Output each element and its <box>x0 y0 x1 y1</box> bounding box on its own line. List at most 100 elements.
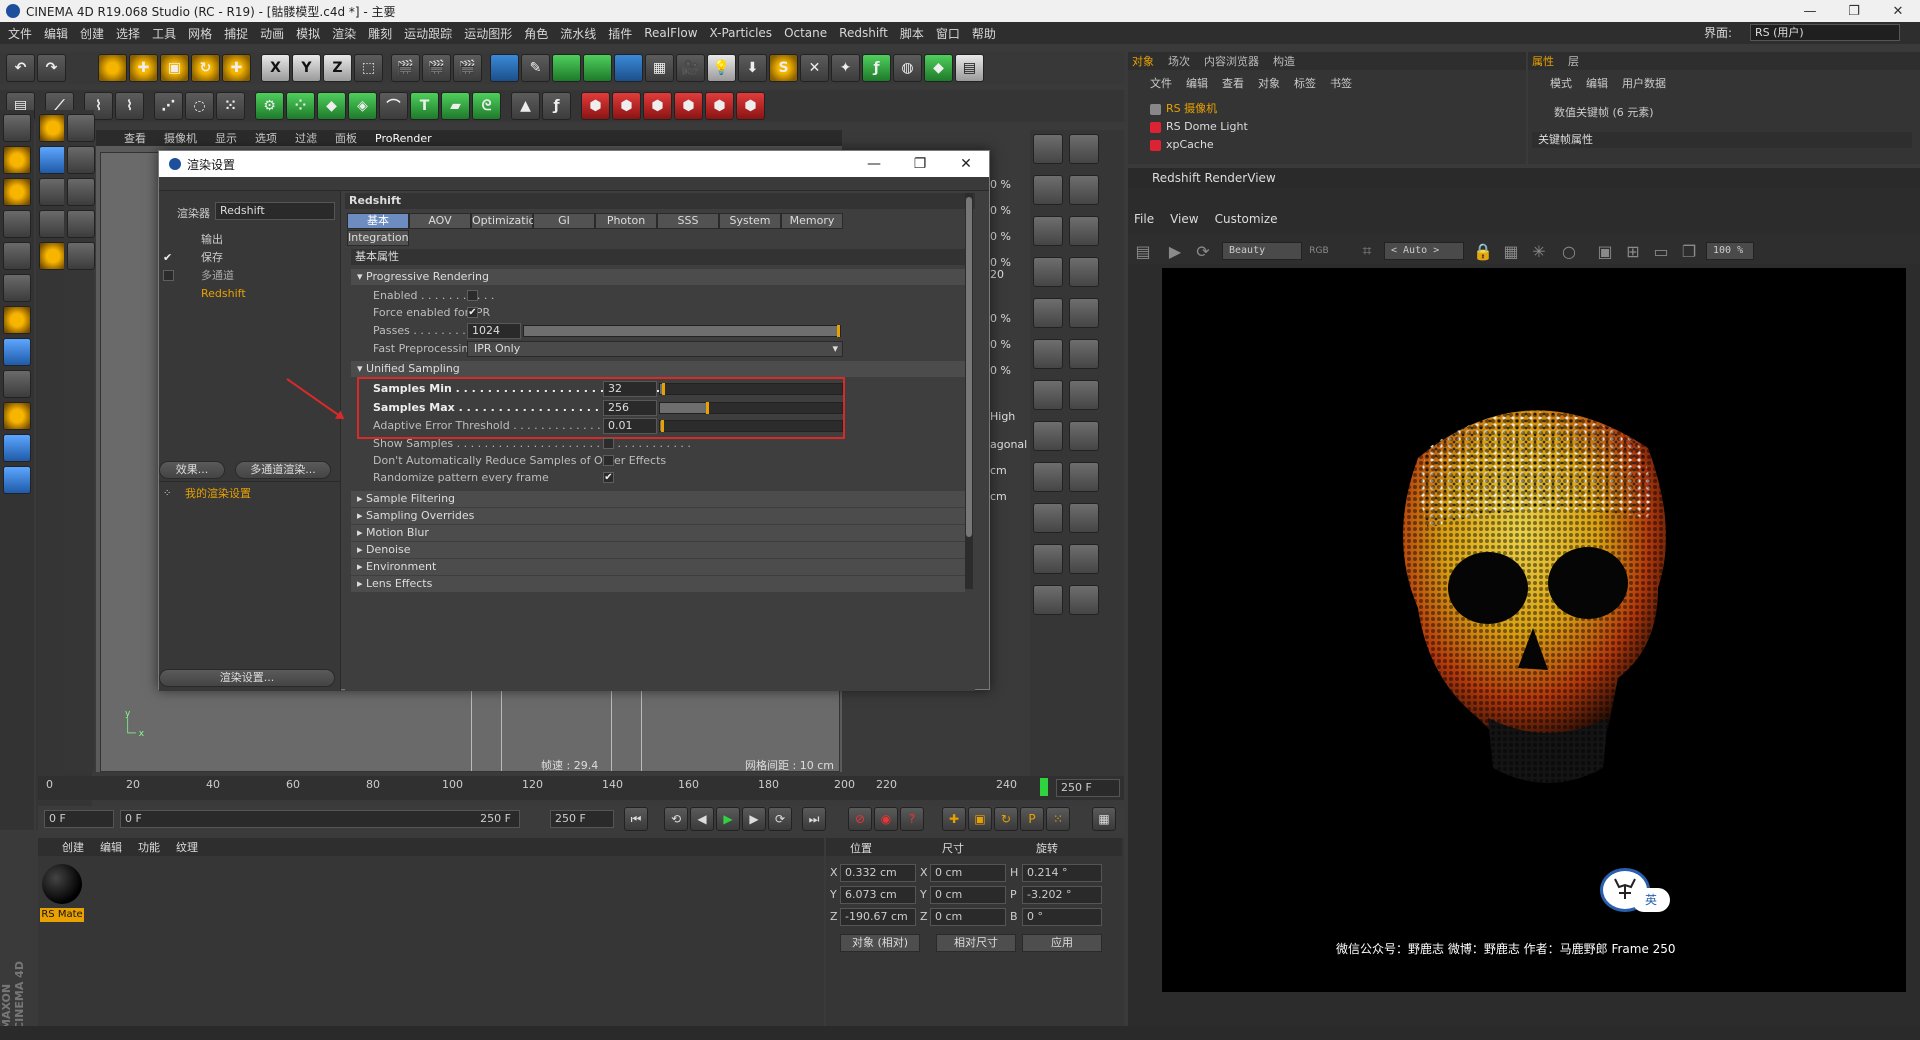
timeline-options-icon[interactable]: ▦ <box>1092 807 1116 831</box>
key-pla-icon[interactable]: ⁙ <box>1046 807 1070 831</box>
rect-select-icon[interactable] <box>67 178 95 206</box>
position-x-field[interactable]: 0.332 cm <box>840 864 916 882</box>
text-icon[interactable]: T <box>410 92 439 120</box>
menu-redshift[interactable]: Redshift <box>839 26 888 40</box>
fracture-icon[interactable]: ◆ <box>317 92 346 120</box>
camera-icon[interactable]: 🎥 <box>676 54 705 82</box>
menu-edit[interactable]: 编辑 <box>44 25 68 42</box>
sampling-overrides-section[interactable]: ▸ Sampling Overrides <box>351 508 965 524</box>
rs-sun-icon[interactable]: ⬢ <box>705 92 734 120</box>
undo-icon[interactable]: ↶ <box>6 54 35 82</box>
rotation-p-field[interactable]: -3.202 ° <box>1022 886 1102 904</box>
position-z-field[interactable]: -190.67 cm <box>840 908 916 926</box>
layout-icon[interactable]: ▤ <box>955 54 984 82</box>
object-row[interactable]: RS Dome Light <box>1146 118 1526 136</box>
menu-character[interactable]: 角色 <box>524 25 548 42</box>
viewport-menu-panel[interactable]: 面板 <box>335 130 357 146</box>
viewport-menu-view[interactable]: 查看 <box>124 130 146 146</box>
render-view-icon[interactable]: 🎬 <box>391 54 420 82</box>
matrix-icon[interactable]: ⁘ <box>286 92 315 120</box>
tweak-mode-icon[interactable] <box>3 338 31 366</box>
tree-item-output[interactable]: 输出 <box>159 231 341 249</box>
spline-pen-icon[interactable]: ⌇ <box>115 92 144 120</box>
xp-icon[interactable]: ✕ <box>800 54 829 82</box>
denoise-section[interactable]: ▸ Denoise <box>351 542 965 558</box>
side-tool-icon[interactable] <box>1033 544 1063 574</box>
gear-effector-icon[interactable]: ⚙ <box>255 92 284 120</box>
grid-icon[interactable]: ▦ <box>1500 240 1522 262</box>
menu-animate[interactable]: 动画 <box>260 25 284 42</box>
menu-help[interactable]: 帮助 <box>972 25 996 42</box>
obj-menu-bookmarks[interactable]: 书签 <box>1330 75 1352 91</box>
sphere-grid-icon[interactable]: ◍ <box>893 54 922 82</box>
max-frame-field[interactable]: 250 F <box>550 810 614 828</box>
record-icon[interactable]: ⊘ <box>848 807 872 831</box>
lasso-select-icon[interactable] <box>67 210 95 238</box>
obj-menu-file[interactable]: 文件 <box>1150 75 1172 91</box>
range-slider[interactable]: 0 F 250 F <box>120 810 520 828</box>
viewport-menu-options[interactable]: 选项 <box>255 130 277 146</box>
dont-reduce-checkbox[interactable] <box>603 455 614 466</box>
maximize-button[interactable]: ❐ <box>1832 0 1876 22</box>
x-axis-icon[interactable]: X <box>261 54 290 82</box>
tab-photon[interactable]: Photon <box>595 213 657 229</box>
size-x-field[interactable]: 0 cm <box>930 864 1006 882</box>
material-menu-texture[interactable]: 纹理 <box>176 839 198 855</box>
menu-mograph[interactable]: 运动图形 <box>464 25 512 42</box>
go-end-icon[interactable]: ⏭ <box>802 807 826 831</box>
checkmark-icon[interactable]: ✔ <box>163 249 172 267</box>
material-menu-function[interactable]: 功能 <box>138 839 160 855</box>
motion-blur-section[interactable]: ▸ Motion Blur <box>351 525 965 541</box>
refresh-icon[interactable]: ⟳ <box>1192 240 1214 262</box>
dialog-maximize-button[interactable]: ❐ <box>897 151 943 177</box>
multipass-render-button[interactable]: 多通道渲染... <box>235 461 331 479</box>
tree-item-multipass[interactable]: 多通道 <box>159 267 341 285</box>
material-name[interactable]: RS Mate <box>40 908 84 922</box>
rv-menu-file[interactable]: File <box>1134 212 1154 226</box>
unified-sampling-section[interactable]: ▾ Unified Sampling <box>351 361 965 377</box>
rv-menu-customize[interactable]: Customize <box>1215 212 1278 226</box>
side-tool-icon[interactable] <box>1033 339 1063 369</box>
side-tool-icon[interactable] <box>1033 380 1063 410</box>
go-start-icon[interactable]: ⏮ <box>624 807 648 831</box>
key-param-icon[interactable]: P <box>1020 807 1044 831</box>
side-tool-icon[interactable] <box>1033 134 1063 164</box>
attr-menu-edit[interactable]: 编辑 <box>1586 75 1608 91</box>
move-tool-icon[interactable] <box>39 114 67 142</box>
grid-points-icon[interactable]: ⁙ <box>216 92 245 120</box>
tab-content-browser[interactable]: 内容浏览器 <box>1204 53 1259 69</box>
effects-button[interactable]: 效果... <box>159 461 225 479</box>
extrude-icon[interactable]: ▰ <box>441 92 470 120</box>
magnet-icon[interactable] <box>3 402 31 430</box>
scrollbar-thumb[interactable] <box>966 197 972 537</box>
side-tool-icon[interactable] <box>1069 216 1099 246</box>
polygon-mode-icon[interactable] <box>3 274 31 302</box>
menu-script[interactable]: 脚本 <box>900 25 924 42</box>
pen-icon[interactable]: ✎ <box>521 54 550 82</box>
add-snapshot-icon[interactable]: ⊞ <box>1622 240 1644 262</box>
size-mode-dropdown[interactable]: 相对尺寸 <box>936 934 1016 952</box>
next-frame-icon[interactable]: ▶ <box>742 807 766 831</box>
side-tool-icon[interactable] <box>1033 585 1063 615</box>
viewport-menu-camera[interactable]: 摄像机 <box>164 130 197 146</box>
enabled-checkbox[interactable] <box>467 290 478 301</box>
render-settings-button[interactable]: 渲染设置... <box>159 669 335 687</box>
play-icon[interactable]: ▶ <box>716 807 740 831</box>
autokey-icon[interactable]: ◉ <box>874 807 898 831</box>
passes-slider-knob[interactable] <box>837 325 840 337</box>
tab-optimization[interactable]: Optimization <box>471 213 542 229</box>
viewport-menu-display[interactable]: 显示 <box>215 130 237 146</box>
side-tool-icon[interactable] <box>1033 175 1063 205</box>
frame-icon[interactable] <box>39 210 67 238</box>
rs-camera-icon[interactable]: ⬢ <box>674 92 703 120</box>
apply-button[interactable]: 应用 <box>1022 934 1102 952</box>
tab-system[interactable]: System <box>719 213 781 229</box>
side-tool-icon[interactable] <box>1069 298 1099 328</box>
randomize-checkbox[interactable]: ✔ <box>603 472 614 483</box>
side-tool-icon[interactable] <box>1069 175 1099 205</box>
light-icon[interactable]: 💡 <box>707 54 736 82</box>
menu-simulate[interactable]: 模拟 <box>296 25 320 42</box>
viewport-menu-prorender[interactable]: ProRender <box>375 132 432 145</box>
side-tool-icon[interactable] <box>1069 257 1099 287</box>
key-scale-icon[interactable]: ▣ <box>968 807 992 831</box>
